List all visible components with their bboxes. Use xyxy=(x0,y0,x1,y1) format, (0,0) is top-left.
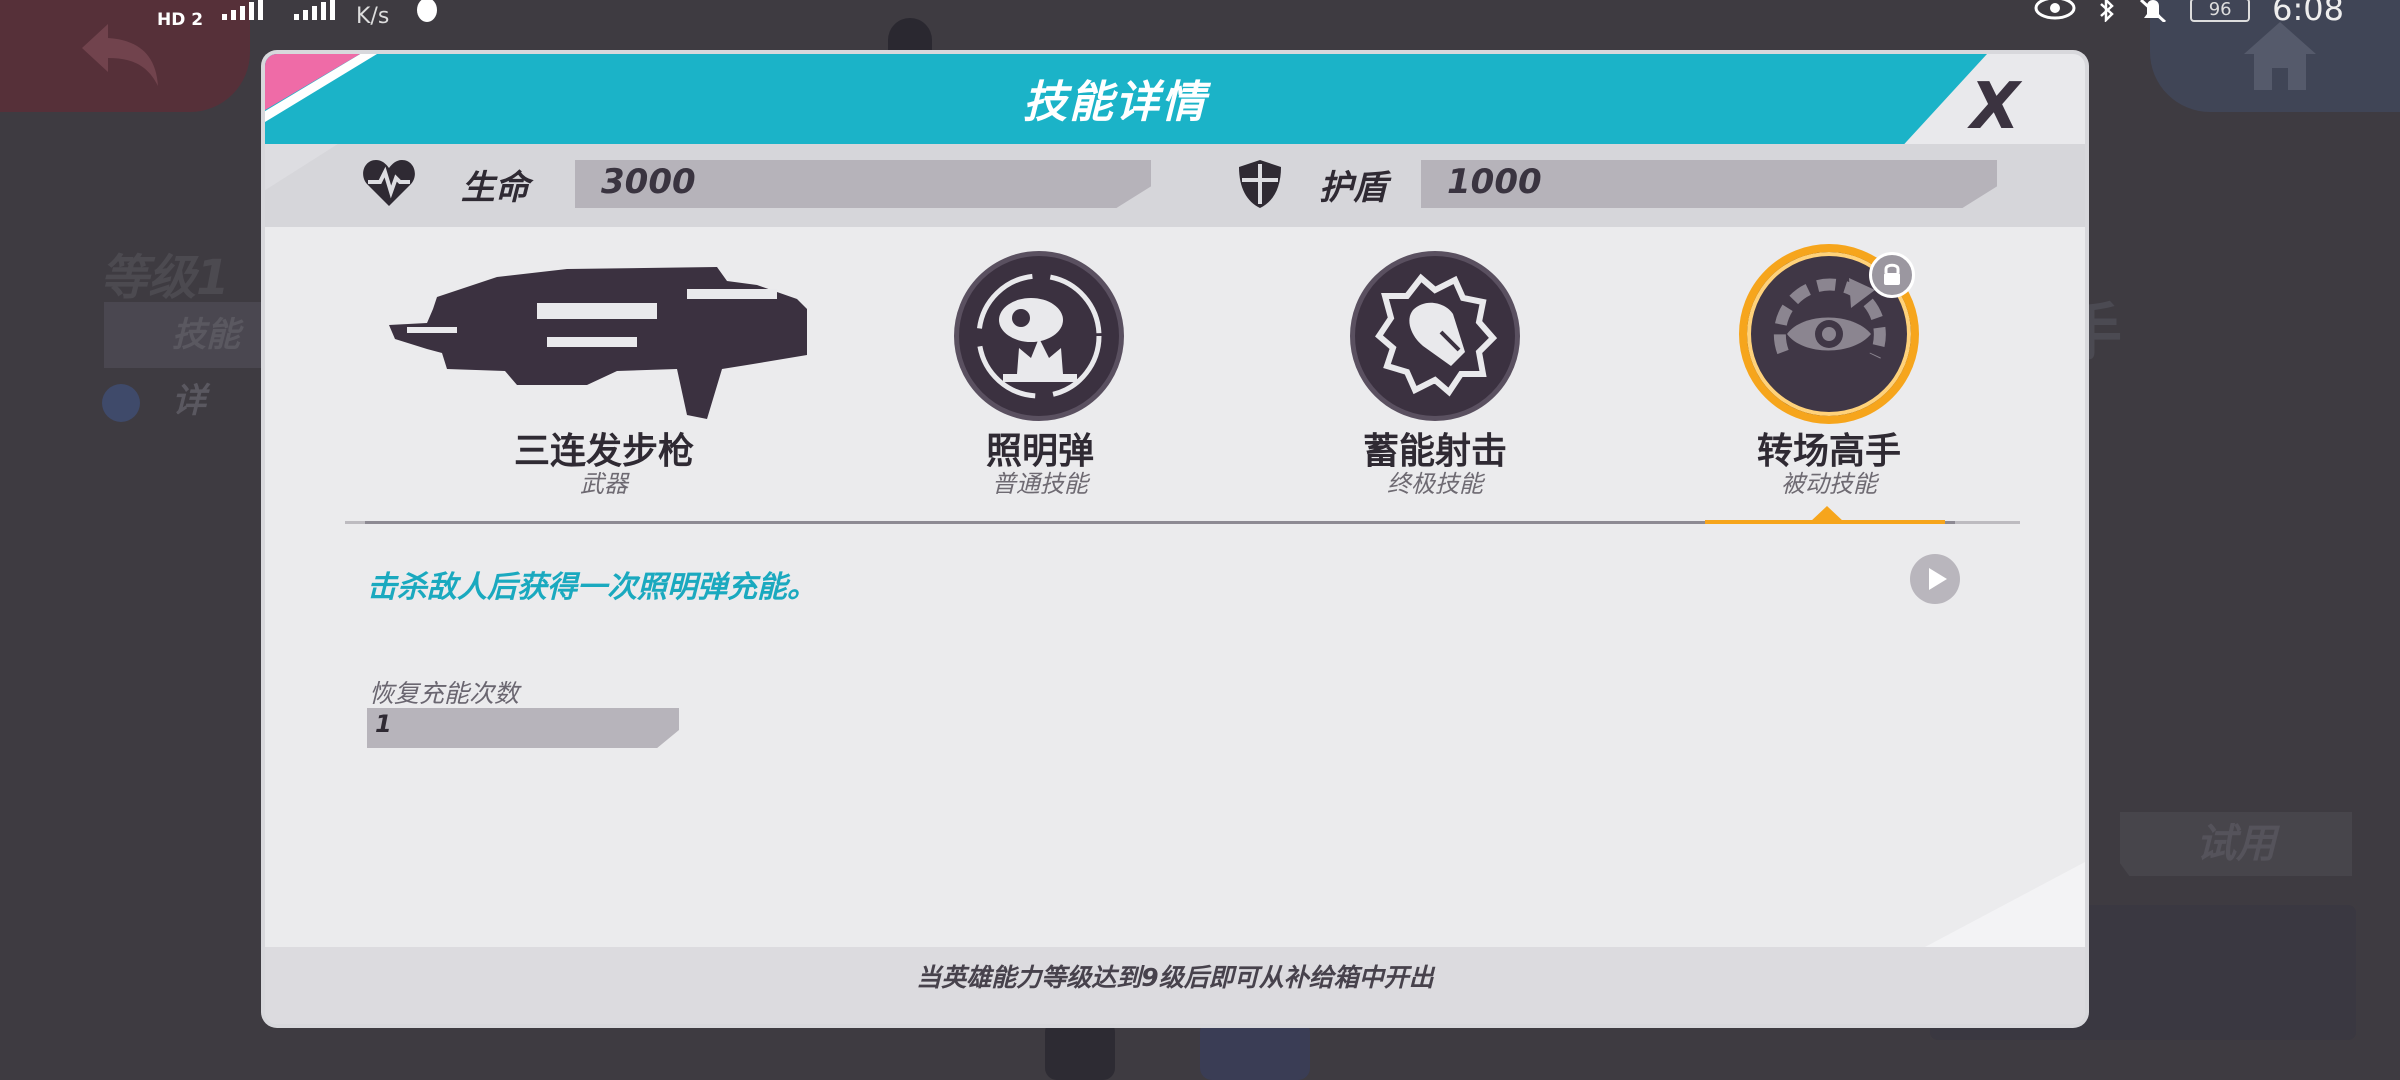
dialog-title: 技能详情 xyxy=(1023,77,1207,128)
hp-label: 生命 xyxy=(461,168,529,208)
status-bar: HD 2 K/s 96 6:08 xyxy=(0,0,2400,34)
battery-indicator: 96 xyxy=(2190,0,2251,22)
status-bar-right: 96 6:08 xyxy=(2034,0,2344,30)
skill-type: 被动技能 xyxy=(1781,470,1877,498)
unlock-hint: 当英雄能力等级达到9级后即可从补给箱中开出 xyxy=(916,963,1434,992)
shield-value: 1000 xyxy=(1447,162,1542,202)
mute-bell-icon xyxy=(2140,0,2167,22)
background-character-thumb xyxy=(1045,1020,1115,1080)
lock-icon xyxy=(1869,252,1915,298)
try-button[interactable]: 试用 xyxy=(2120,812,2352,876)
network-speed: K/s xyxy=(356,4,390,29)
flare-icon xyxy=(954,251,1124,421)
attribute-bar xyxy=(367,708,679,748)
attribute-label: 恢复充能次数 xyxy=(369,679,520,708)
qq-penguin-icon xyxy=(417,0,437,22)
background-level-text: 等级1 xyxy=(100,250,230,306)
attribute-value: 1 xyxy=(375,710,392,738)
shield-label: 护盾 xyxy=(1319,168,1387,208)
background-skill-tab[interactable]: 技能详 xyxy=(104,302,264,421)
skill-type: 普通技能 xyxy=(992,470,1088,498)
skill-type: 武器 xyxy=(580,470,628,498)
bluetooth-icon xyxy=(2100,0,2114,22)
heart-pulse-icon xyxy=(363,160,415,206)
eye-icon xyxy=(2034,0,2076,20)
signal-icon xyxy=(222,0,263,20)
info-icon xyxy=(102,384,140,422)
skill-description: 击杀敌人后获得一次照明弹充能。 xyxy=(367,570,817,605)
background-character-thumb xyxy=(1200,1020,1310,1080)
signal-icon xyxy=(294,0,335,20)
skill-details-dialog: 技能详情 X 生命 3000 护盾 1000 三连发步枪 武器 照明弹 普通技能… xyxy=(265,54,2085,1024)
play-preview-button[interactable] xyxy=(1910,554,1960,604)
rifle-icon xyxy=(389,267,807,419)
close-button[interactable]: X xyxy=(1955,72,2035,142)
hp-value: 3000 xyxy=(601,162,696,202)
charged-shot-icon xyxy=(1350,251,1520,421)
shield-icon xyxy=(1239,160,1281,208)
skill-type: 终极技能 xyxy=(1387,470,1483,498)
hd-indicator: HD 2 xyxy=(157,10,204,30)
clock: 6:08 xyxy=(2272,0,2344,28)
